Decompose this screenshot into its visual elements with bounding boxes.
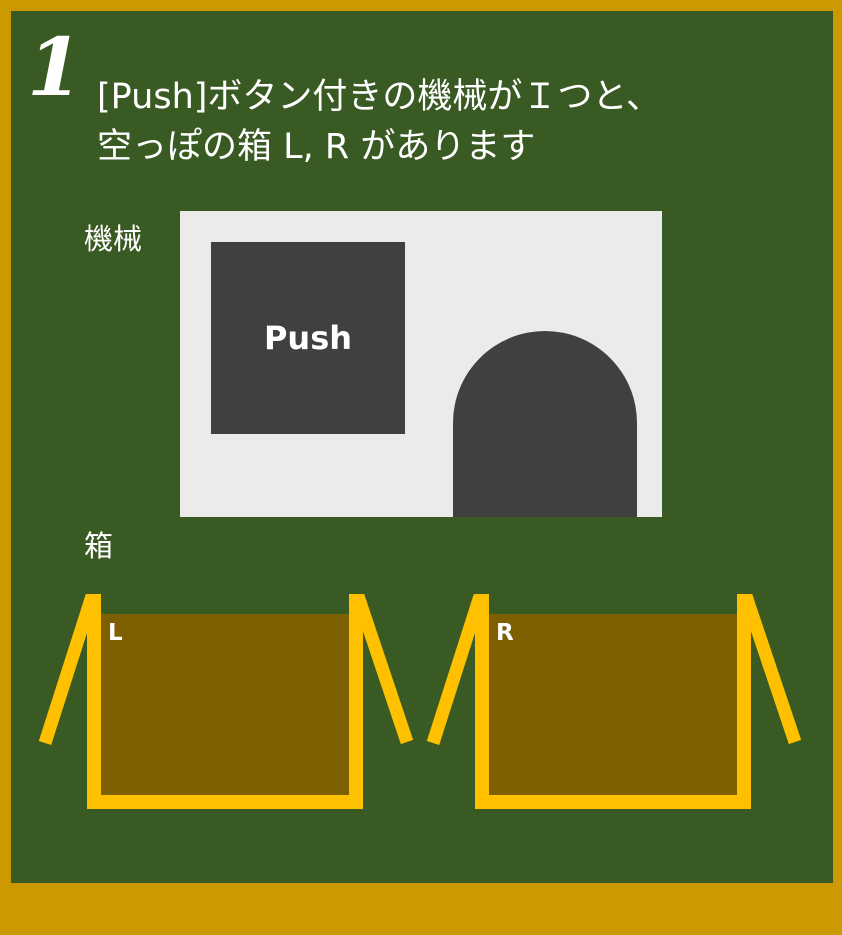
box-l-label: L	[108, 620, 123, 646]
box-r: R	[426, 592, 806, 814]
box-l: L	[38, 592, 418, 814]
open-box-icon	[38, 593, 414, 809]
box-label: 箱	[84, 529, 114, 563]
push-button-label: Push	[263, 319, 353, 357]
step-number: 1	[27, 20, 83, 114]
machine: Push	[180, 211, 662, 517]
machine-label: 機械	[84, 222, 143, 256]
push-button[interactable]: Push	[211, 242, 405, 434]
title-line-1: [Push]ボタン付きの機械がＩつと、	[97, 77, 662, 117]
machine-outlet	[453, 331, 637, 517]
open-box-icon	[426, 593, 802, 809]
box-r-label: R	[496, 620, 514, 646]
title-line-2: 空っぽの箱 L, R があります	[97, 127, 536, 167]
